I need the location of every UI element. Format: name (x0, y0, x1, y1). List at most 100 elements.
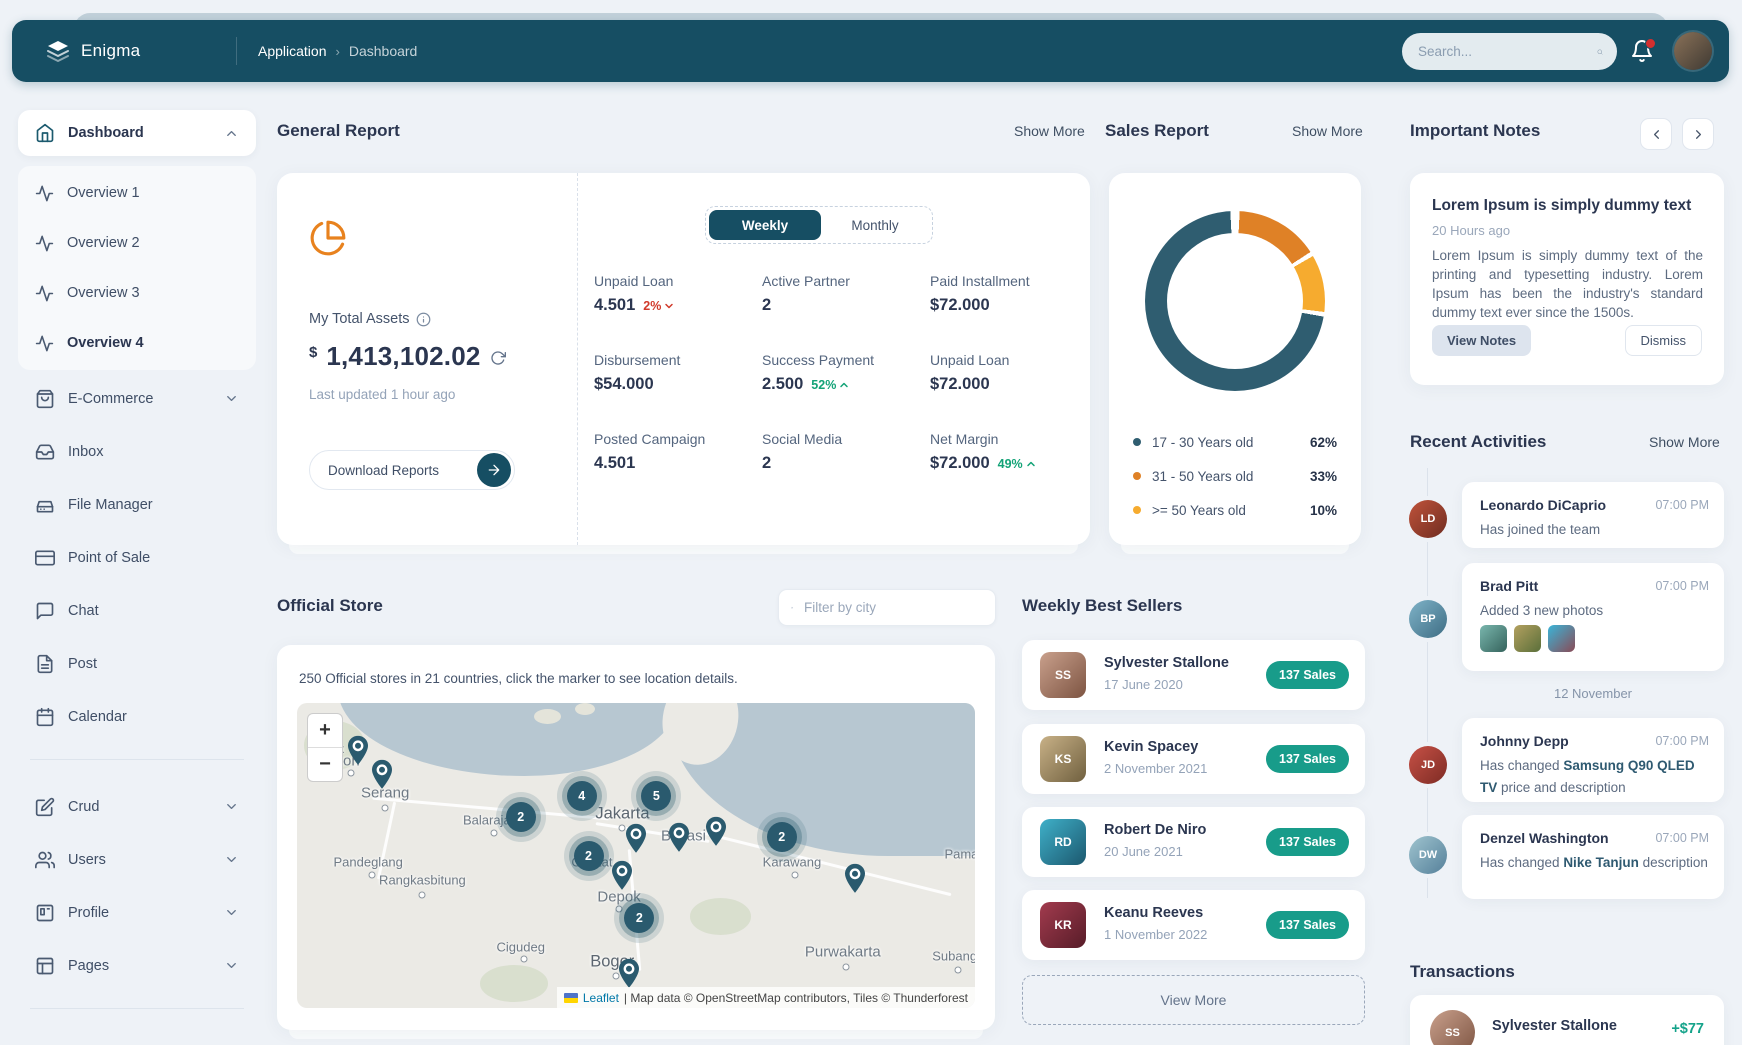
view-notes-button[interactable]: View Notes (1432, 325, 1531, 356)
leaflet-link[interactable]: Leaflet (583, 991, 619, 1005)
view-more-button[interactable]: View More (1022, 975, 1365, 1025)
sidebar-item-label: Pages (68, 958, 109, 974)
calendar-icon (35, 707, 55, 727)
weekly-toggle-button[interactable]: Weekly (709, 210, 821, 240)
sales-count-badge: 137 Sales (1266, 911, 1349, 939)
activity-photo-thumbnail[interactable] (1480, 625, 1507, 652)
store-locations-map[interactable]: kCilegonSerangBalarajaPandeglangRangkasb… (297, 703, 975, 1008)
notifications-button[interactable] (1630, 39, 1656, 65)
pie-chart-icon (309, 219, 347, 257)
delta-badge-up: 52% (811, 378, 850, 392)
official-store-title: Official Store (277, 596, 383, 616)
refresh-icon[interactable] (490, 350, 506, 366)
store-pin-marker[interactable] (617, 958, 641, 988)
store-cluster-marker[interactable]: 2 (574, 841, 604, 871)
seller-card-keanu-reeves[interactable]: KR Keanu Reeves 1 November 2022 137 Sale… (1022, 890, 1365, 960)
sidebar-item-crud[interactable]: Crud (18, 780, 256, 833)
sidebar-item-inbox[interactable]: Inbox (18, 425, 256, 478)
user-avatar[interactable] (1674, 32, 1712, 70)
sidebar-item-users[interactable]: Users (18, 833, 256, 886)
dismiss-button[interactable]: Dismiss (1625, 325, 1703, 356)
activity-card-leonardo[interactable]: Leonardo DiCaprio 07:00 PM Has joined th… (1462, 482, 1724, 548)
map-town-dot (490, 829, 497, 836)
notes-prev-button[interactable] (1640, 118, 1672, 150)
donut-legend: 17 - 30 Years old 62% 31 - 50 Years old … (1133, 425, 1337, 527)
info-icon[interactable] (416, 312, 431, 327)
seller-card-robert-de-niro[interactable]: RD Robert De Niro 20 June 2021 137 Sales (1022, 807, 1365, 877)
zoom-in-button[interactable]: + (308, 714, 342, 748)
store-pin-marker[interactable] (346, 736, 370, 766)
store-pin-marker[interactable] (370, 760, 394, 790)
map-pin-icon (791, 600, 793, 616)
users-icon (35, 850, 55, 870)
breadcrumb-application[interactable]: Application (258, 43, 327, 59)
breadcrumb-dashboard[interactable]: Dashboard (349, 43, 418, 59)
sidebar-item-dashboard[interactable]: Dashboard (18, 110, 256, 156)
chevron-down-icon (224, 391, 239, 406)
map-attribution: Leaflet | Map data © OpenStreetMap contr… (557, 987, 975, 1008)
activity-photo-thumbnail[interactable] (1514, 625, 1541, 652)
sidebar-item-profile[interactable]: Profile (18, 886, 256, 939)
store-pin-marker[interactable] (610, 861, 634, 891)
activities-show-more[interactable]: Show More (1649, 434, 1720, 450)
map-city-label: Jakarta (595, 805, 649, 824)
sidebar-item-overview-3[interactable]: Overview 3 (18, 268, 256, 318)
seller-card-sylvester-stallone[interactable]: SS Sylvester Stallone 17 June 2020 137 S… (1022, 640, 1365, 710)
activity-card-denzel[interactable]: Denzel Washington 07:00 PM Has changed N… (1462, 815, 1724, 899)
sidebar-item-overview-2[interactable]: Overview 2 (18, 218, 256, 268)
timeline-date-divider: 12 November (1462, 686, 1724, 701)
store-cluster-marker[interactable]: 5 (641, 781, 671, 811)
notes-next-button[interactable] (1682, 118, 1714, 150)
map-green-area (480, 965, 548, 1002)
general-report-card: My Total Assets $ 1,413,102.02 Last upda… (277, 173, 1090, 545)
sidebar-item-overview-1[interactable]: Overview 1 (18, 168, 256, 218)
layers-logo-icon (46, 39, 70, 63)
arrow-right-icon (477, 453, 511, 487)
zoom-out-button[interactable]: − (308, 748, 342, 781)
chevron-down-icon (224, 799, 239, 814)
sidebar-item-label: E-Commerce (68, 391, 153, 407)
legend-row-17-30: 17 - 30 Years old 62% (1133, 425, 1337, 459)
important-notes-title: Important Notes (1410, 121, 1540, 141)
store-cluster-marker[interactable]: 2 (624, 903, 654, 933)
sidebar-item-label: Overview 2 (67, 235, 140, 251)
seller-card-kevin-spacey[interactable]: KS Kevin Spacey 2 November 2021 137 Sale… (1022, 724, 1365, 794)
store-cluster-marker[interactable]: 2 (506, 802, 536, 832)
transaction-card-sylvester[interactable]: SS Sylvester Stallone +$77 (1410, 995, 1724, 1045)
store-pin-marker[interactable] (843, 864, 867, 894)
store-pin-marker[interactable] (624, 824, 648, 854)
activity-card-brad[interactable]: Brad Pitt 07:00 PM Added 3 new photos (1462, 563, 1724, 671)
sidebar-item-post[interactable]: Post (18, 637, 256, 690)
sales-report-title: Sales Report (1105, 121, 1209, 141)
sidebar-item-point-of-sale[interactable]: Point of Sale (18, 531, 256, 584)
sidebar-item-calendar[interactable]: Calendar (18, 690, 256, 743)
sales-count-badge: 137 Sales (1266, 661, 1349, 689)
monthly-toggle-button[interactable]: Monthly (821, 218, 929, 233)
download-reports-button[interactable]: Download Reports (309, 450, 515, 490)
search-input[interactable] (1416, 43, 1597, 60)
store-cluster-marker[interactable]: 4 (567, 781, 597, 811)
store-pin-marker[interactable] (667, 823, 691, 853)
general-report-show-more[interactable]: Show More (1014, 123, 1085, 139)
search-icon[interactable] (1597, 43, 1603, 61)
map-city-label: Balaraja (463, 813, 511, 828)
sidebar-item-ecommerce[interactable]: E-Commerce (18, 372, 256, 425)
filter-by-city-input[interactable] (802, 599, 983, 616)
activity-card-johnny[interactable]: Johnny Depp 07:00 PM Has changed Samsung… (1462, 718, 1724, 802)
sidebar-item-overview-4[interactable]: Overview 4 (18, 318, 256, 368)
avatar-denzel-washington: DW (1409, 836, 1447, 874)
map-town-dot (616, 905, 623, 912)
legend-bullet-orange (1133, 472, 1141, 480)
map-city-label: Cigudeg (497, 940, 545, 955)
app-logo[interactable]: Enigma (46, 20, 140, 82)
sidebar-item-file-manager[interactable]: File Manager (18, 478, 256, 531)
store-pin-marker[interactable] (704, 817, 728, 847)
age-distribution-donut-chart[interactable] (1145, 211, 1325, 391)
store-cluster-marker[interactable]: 2 (767, 822, 797, 852)
sidebar-item-pages[interactable]: Pages (18, 939, 256, 992)
product-name[interactable]: Nike Tanjun (1563, 855, 1639, 870)
activity-photo-thumbnail[interactable] (1548, 625, 1575, 652)
sidebar-item-chat[interactable]: Chat (18, 584, 256, 637)
sales-report-show-more[interactable]: Show More (1292, 123, 1363, 139)
chevron-down-icon (224, 958, 239, 973)
